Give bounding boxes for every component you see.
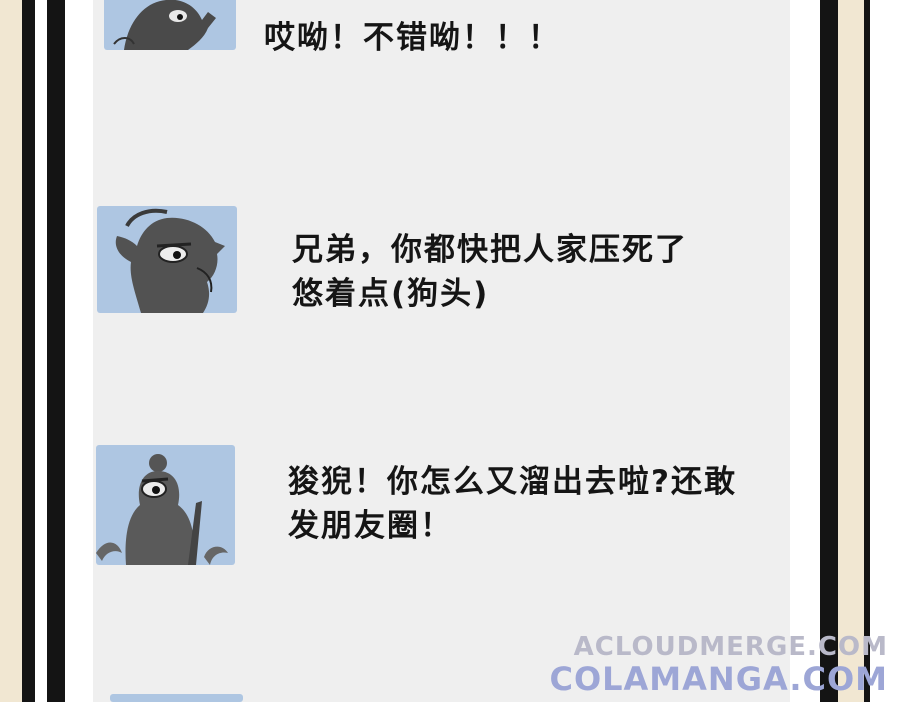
- immortal-statue-icon: [96, 454, 228, 565]
- message-text-2: 兄弟，你都快把人家压死了 悠着点(狗头): [292, 228, 688, 316]
- chat-panel: [93, 0, 790, 702]
- left-beige-border: [0, 0, 22, 702]
- left-black-border: [22, 0, 35, 702]
- message-line: 兄弟，你都快把人家压死了: [292, 232, 688, 268]
- avatar-dragon-statue[interactable]: [104, 0, 236, 50]
- message-line: 悠着点(狗头): [292, 276, 490, 312]
- right-outer-white: [870, 0, 900, 702]
- message-line: 狻猊！你怎么又溜出去啦?还敢: [288, 464, 737, 500]
- left-white-border: [35, 0, 47, 702]
- avatar-immortal-statue[interactable]: [96, 445, 235, 565]
- message-line: 哎呦！不错呦！！！: [264, 20, 561, 56]
- watermark-line-1: ACLOUDMERGE.COM: [573, 632, 888, 662]
- watermark-line-2: COLAMANGA.COM: [549, 660, 888, 698]
- message-text-3: 狻猊！你怎么又溜出去啦?还敢 发朋友圈！: [288, 460, 737, 548]
- right-beige-border: [838, 0, 864, 702]
- right-gap: [790, 0, 820, 702]
- left-inner-black-border: [47, 0, 65, 702]
- dragon-statue-icon: [113, 0, 216, 50]
- dragon-statue-icon: [115, 208, 225, 313]
- left-gap: [65, 0, 93, 702]
- right-inner-black-border: [820, 0, 838, 702]
- message-line: 发朋友圈！: [288, 508, 453, 544]
- avatar-next-partial[interactable]: [110, 694, 243, 702]
- avatar-dragon-statue[interactable]: [97, 206, 237, 313]
- message-text-1: 哎呦！不错呦！！！: [264, 16, 561, 60]
